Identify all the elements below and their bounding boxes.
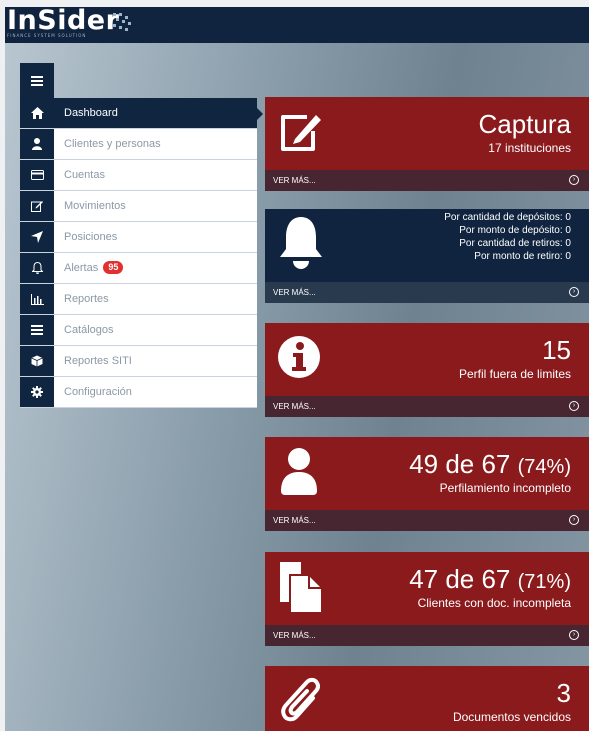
sidebar-item-reportes[interactable]: Reportes [20, 284, 257, 315]
bar-chart-icon [20, 284, 54, 314]
sidebar-item-clientes[interactable]: Clientes y personas [20, 129, 257, 160]
card-perfilamiento: 49 de 67 (74%) Perfilamiento incompleto … [265, 437, 589, 531]
card-perfil: 15 Perfil fuera de limites VER MÁS... › [265, 323, 589, 417]
logo-dots-icon [113, 13, 131, 31]
hamburger-icon [31, 75, 43, 86]
sidebar-item-posiciones[interactable]: Posiciones [20, 222, 257, 253]
arrow-circle-icon: › [569, 175, 579, 185]
perfil-ver-mas-link[interactable]: VER MÁS... › [265, 396, 589, 417]
brand-logo[interactable]: InSider [7, 7, 119, 36]
edit-icon [20, 191, 54, 221]
sidebar-item-label: Reportes [64, 293, 109, 305]
card-alertas: Por cantidad de depósitos: 0 Por monto d… [265, 209, 589, 303]
alertas-ver-mas-link[interactable]: VER MÁS... › [265, 282, 589, 303]
sidebar-item-label: Configuración [64, 386, 132, 398]
alert-line: Por cantidad de retiros: 0 [459, 238, 571, 249]
vencidos-subtitle: Documentos vencidos [452, 710, 571, 724]
sidebar-item-label: Dashboard [64, 107, 118, 119]
cube-icon [20, 346, 54, 376]
list-icon [20, 315, 54, 345]
sidebar-item-alertas[interactable]: Alertas 95 [20, 253, 257, 284]
captura-subtitle: 17 instituciones [488, 141, 571, 155]
arrow-circle-icon: › [569, 401, 579, 411]
sidebar-item-label: Clientes y personas [64, 138, 161, 150]
gear-icon [20, 377, 54, 407]
location-arrow-icon [20, 222, 54, 252]
documentacion-subtitle: Clientes con doc. incompleta [417, 596, 571, 610]
top-bar: InSider FINANCE SYSTEM SOLUTION [5, 7, 589, 43]
captura-ver-mas-link[interactable]: VER MÁS... › [265, 170, 589, 191]
alertas-label: Alertas [64, 262, 99, 274]
sidebar-item-label: Alertas 95 [64, 253, 124, 284]
sidebar-item-dashboard[interactable]: Dashboard [20, 98, 263, 129]
card-captura: Captura 17 instituciones VER MÁS... › [265, 97, 589, 191]
perfil-subtitle: Perfil fuera de limites [458, 367, 571, 381]
documents-icon [280, 562, 321, 612]
bell-icon [280, 217, 322, 269]
documentacion-value: 47 de 67 (71%) [409, 564, 571, 594]
perfilamiento-subtitle: Perfilamiento incompleto [439, 481, 571, 495]
info-icon [278, 336, 320, 378]
alert-line: Por monto de retiro: 0 [474, 251, 571, 262]
card-documentacion: 47 de 67 (71%) Clientes con doc. incompl… [265, 552, 589, 646]
sidebar-item-label: Catálogos [64, 324, 114, 336]
user-icon [20, 129, 54, 159]
captura-title: Captura [478, 109, 572, 139]
documentacion-ver-mas-link[interactable]: VER MÁS... › [265, 625, 589, 646]
alerts-count-badge: 95 [103, 261, 124, 274]
sidebar-item-label: Reportes SITI [64, 355, 132, 367]
perfilamiento-value: 49 de 67 (74%) [409, 449, 571, 479]
arrow-circle-icon: › [569, 515, 579, 525]
sidebar-item-label: Cuentas [64, 169, 105, 181]
alert-line: Por monto de depósito: 0 [459, 225, 571, 236]
sidebar-item-movimientos[interactable]: Movimientos [20, 191, 257, 222]
sidebar-item-reportes-siti[interactable]: Reportes SITI [20, 346, 257, 377]
app-frame: InSider FINANCE SYSTEM SOLUTION Dashboar… [5, 7, 589, 731]
sidebar-item-label: Posiciones [64, 231, 118, 243]
perfilamiento-ver-mas-link[interactable]: VER MÁS... › [265, 510, 589, 531]
menu-toggle-button[interactable] [20, 63, 54, 98]
brand-tagline: FINANCE SYSTEM SOLUTION [7, 33, 87, 38]
perfil-value: 15 [542, 335, 571, 365]
credit-card-icon [20, 160, 54, 190]
arrow-circle-icon: › [569, 630, 579, 640]
card-vencidos: 3 Documentos vencidos [265, 666, 589, 731]
sidebar-item-configuracion[interactable]: Configuración [20, 377, 257, 408]
paperclip-icon [281, 677, 321, 722]
arrow-circle-icon: › [569, 287, 579, 297]
sidebar: Dashboard Clientes y personas Cuentas Mo… [20, 63, 263, 408]
sidebar-item-catalogos[interactable]: Catálogos [20, 315, 257, 346]
active-caret [257, 108, 263, 120]
alert-counts: Por cantidad de depósitos: 0 Por monto d… [444, 211, 571, 263]
bell-icon [20, 253, 54, 283]
home-icon [20, 98, 54, 128]
sidebar-item-cuentas[interactable]: Cuentas [20, 160, 257, 191]
alert-line: Por cantidad de depósitos: 0 [444, 212, 571, 223]
sidebar-item-label: Movimientos [64, 200, 126, 212]
vencidos-value: 3 [556, 678, 571, 708]
user-icon [281, 448, 317, 495]
edit-icon [281, 115, 321, 151]
